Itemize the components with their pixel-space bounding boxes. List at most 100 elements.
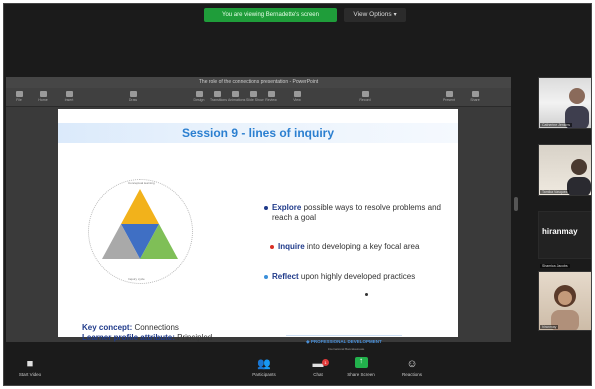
file-icon (15, 91, 23, 97)
ribbon-record[interactable]: Record (358, 91, 372, 102)
ribbon-share[interactable]: Share (468, 91, 482, 102)
slideshow-icon (249, 91, 257, 97)
present-icon (445, 91, 453, 97)
ribbon-record-label: Record (359, 98, 371, 102)
ribbon-present[interactable]: Present (442, 91, 456, 102)
view-options-label: View Options (353, 11, 392, 18)
app-title: The role of the connections presentation… (6, 77, 511, 88)
ribbon-insert[interactable]: Insert (62, 91, 76, 102)
learner-profile-value: Principled (174, 333, 213, 342)
ribbon-view-label: View (293, 98, 301, 102)
video-camera-icon: ■ (26, 358, 34, 370)
bullet-reflect: Reflect upon highly developed practices (272, 272, 452, 282)
app-ribbon: File Home Insert Draw Design Transitions… (6, 88, 511, 107)
participant-video (551, 285, 579, 330)
ribbon-transitions-label: Transitions (210, 98, 227, 102)
view-options-button[interactable]: View Options ▾ (344, 8, 406, 22)
chat-unread-badge: 1 (322, 359, 329, 366)
start-video-button[interactable]: ■ Start Video (8, 357, 52, 378)
share-icon (471, 91, 479, 97)
learner-profile: Learner profile attribute: Principled (82, 333, 212, 342)
inquiry-triangle-diagram: Conceptual learning Inquiry cycle (88, 179, 193, 284)
ribbon-slideshow-label: Slide Show (246, 98, 264, 102)
participant-name: Catherine Jenkins (540, 123, 573, 127)
ribbon-home[interactable]: Home (36, 91, 50, 102)
shared-app-window: The role of the connections presentation… (6, 77, 511, 351)
participant-tile[interactable]: Tamika Vasquez (538, 144, 591, 196)
ribbon-share-label: Share (470, 98, 480, 102)
home-icon (39, 91, 47, 97)
screen-share-banner: You are viewing Bernadette's screen (204, 8, 337, 22)
reactions-label: Reactions (401, 372, 422, 377)
bullet-dot-inquire (270, 245, 274, 249)
chat-icon: ▬ (312, 358, 324, 370)
current-slide: Session 9 - lines of inquiry Conceptual … (58, 109, 458, 342)
ribbon-file-label: File (16, 98, 22, 102)
record-icon (361, 91, 369, 97)
key-concept: Key concept: Connections (82, 323, 179, 332)
ribbon-home-label: Home (38, 98, 48, 102)
bullet-reflect-key: Reflect (272, 272, 299, 281)
start-video-label: Start Video (18, 372, 42, 377)
participant-name: Tamika Vasquez (540, 190, 570, 194)
chat-label: Chat (313, 372, 323, 377)
ribbon-insert-label: Insert (64, 98, 74, 102)
learner-profile-label: Learner profile attribute: (82, 333, 175, 342)
ribbon-animations-label: Animations (228, 98, 246, 102)
transitions-icon (213, 91, 221, 97)
ribbon-view[interactable]: View (290, 91, 304, 102)
ribbon-review[interactable]: Review (264, 91, 278, 102)
participant-gallery: Catherine Jenkins Tamika Vasquez hiranma… (536, 77, 591, 342)
participant-video (565, 88, 589, 128)
participant-tile[interactable]: hiranmay (538, 271, 591, 331)
pd-logo: ◆ PROFESSIONAL DEVELOPMENT (286, 335, 402, 346)
screen-share-progress (4, 385, 170, 386)
ribbon-draw-label: Draw (128, 98, 138, 102)
ribbon-draw[interactable]: Draw (126, 91, 140, 102)
participants-icon: 👥 (257, 358, 271, 370)
pd-logo-subtitle: International Baccalaureate (327, 347, 365, 351)
ribbon-design[interactable]: Design (192, 91, 206, 102)
design-icon (195, 91, 203, 97)
key-concept-label: Key concept: (82, 323, 133, 332)
key-concept-value: Connections (132, 323, 179, 332)
reactions-button[interactable]: ☺ Reactions (390, 357, 434, 378)
bullet-explore: Explore possible ways to resolve problem… (272, 203, 452, 223)
bullet-dot-reflect (264, 275, 268, 279)
slide-title: Session 9 - lines of inquiry (181, 126, 335, 140)
triangle-graphic (102, 189, 178, 259)
draw-icon (129, 91, 137, 97)
participants-button[interactable]: 👥 Participants (242, 357, 286, 378)
ribbon-animations[interactable]: Animations (228, 91, 246, 102)
bullet-dot-explore (264, 206, 268, 210)
ribbon-transitions[interactable]: Transitions (210, 91, 227, 102)
bullet-inquire-text: into developing a key focal area (304, 242, 420, 251)
bullet-reflect-text: upon highly developed practices (298, 272, 416, 281)
zoom-window: You are viewing Bernadette's screen View… (3, 3, 592, 386)
participant-tile[interactable]: hiranmay (538, 211, 591, 259)
ribbon-design-label: Design (193, 98, 205, 102)
participant-tile[interactable]: Catherine Jenkins (538, 77, 591, 129)
ribbon-slideshow[interactable]: Slide Show (246, 91, 264, 102)
slide-title-bar: Session 9 - lines of inquiry (58, 123, 458, 143)
chevron-down-icon: ▾ (393, 12, 397, 18)
bullet-explore-key: Explore (272, 203, 302, 212)
participant-video (567, 159, 591, 195)
chat-button[interactable]: ▬ 1 Chat (296, 357, 340, 378)
mouse-cursor (365, 293, 368, 296)
ribbon-review-label: Review (265, 98, 277, 102)
review-icon (267, 91, 275, 97)
gallery-scroll-handle[interactable] (514, 197, 518, 211)
participants-label: Participants (252, 372, 276, 377)
participant-name-placeholder: hiranmay (542, 227, 578, 236)
share-screen-button[interactable]: Share Screen (339, 356, 383, 378)
participant-name: Shamica Jacobs (540, 264, 570, 268)
animations-icon (231, 91, 239, 97)
participant-name-row: Shamica Jacobs (538, 259, 591, 271)
participant-name: hiranmay (540, 325, 559, 329)
bullet-inquire-key: Inquire (278, 242, 305, 251)
ribbon-file[interactable]: File (12, 91, 26, 102)
share-screen-label: Share Screen (347, 372, 375, 377)
meeting-toolbar: ■ Start Video 👥 Participants ▬ 1 Chat Sh… (4, 353, 591, 386)
reactions-icon: ☺ (406, 358, 418, 370)
